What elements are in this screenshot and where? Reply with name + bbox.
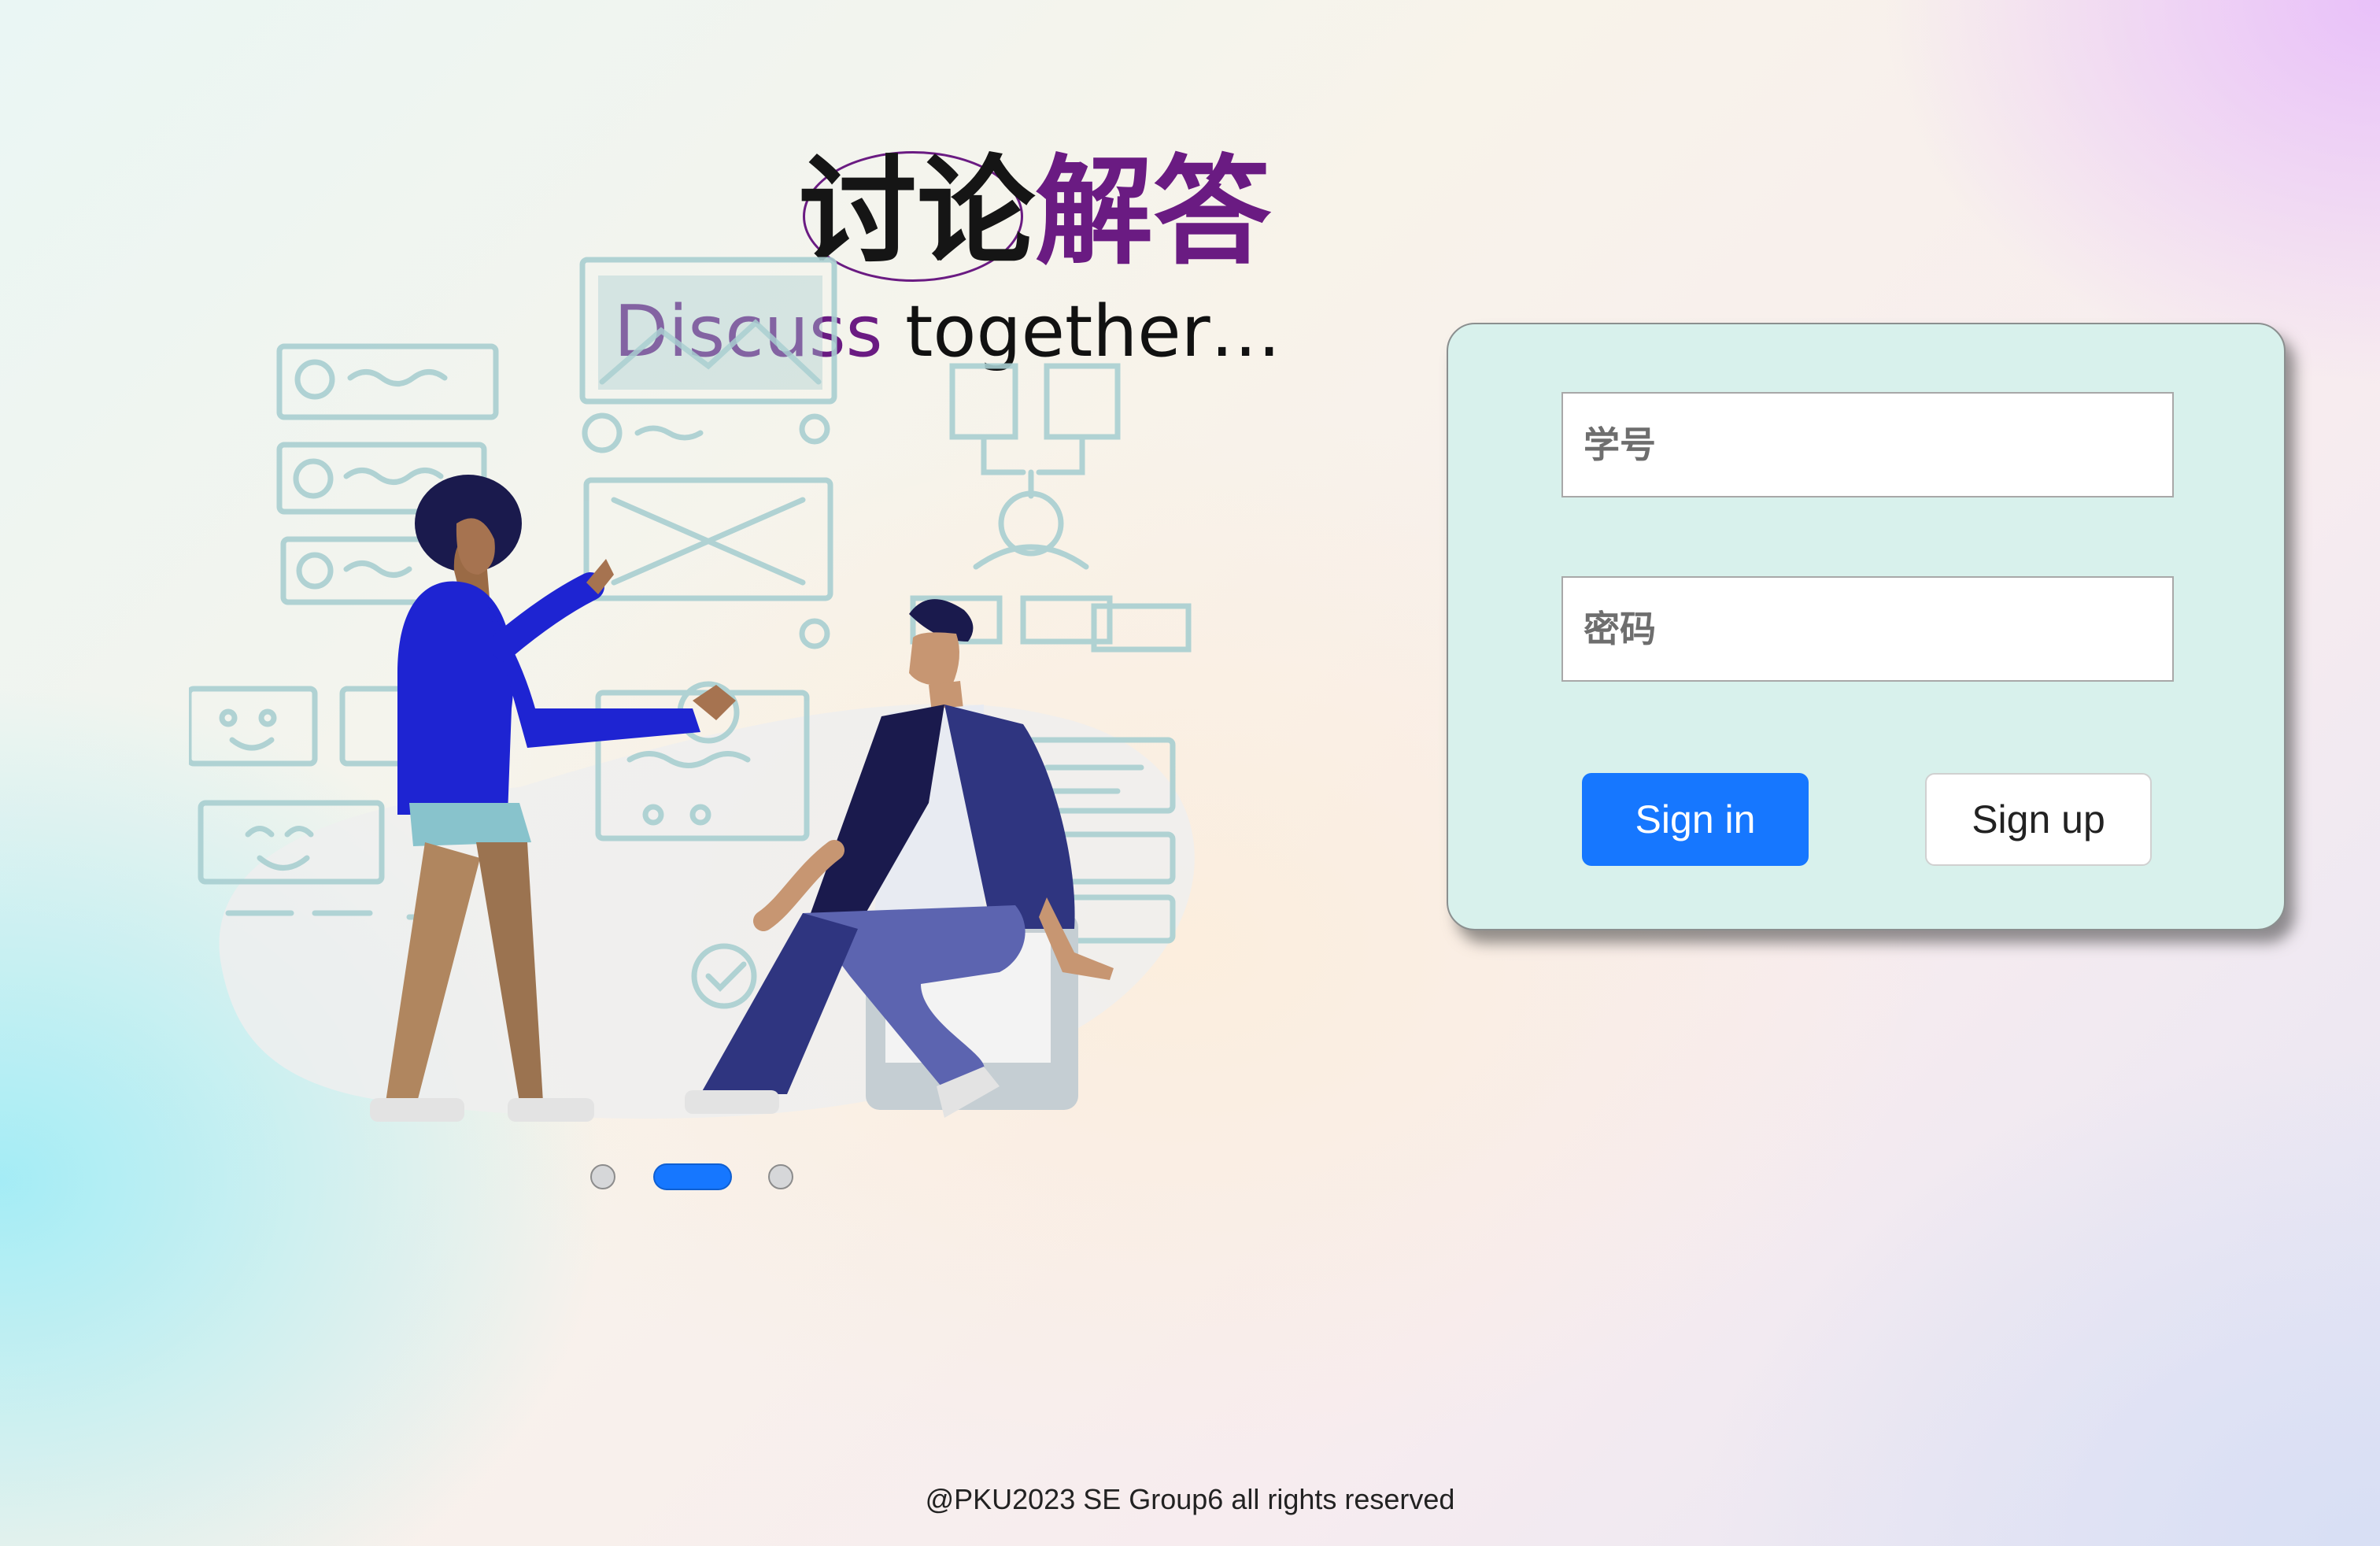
carousel-indicator	[590, 1163, 793, 1190]
sign-up-button[interactable]: Sign up	[1925, 773, 2152, 866]
student-id-input[interactable]	[1561, 392, 2174, 497]
carousel-dot-3[interactable]	[768, 1164, 793, 1189]
carousel-dot-2-active[interactable]	[653, 1163, 732, 1190]
login-panel: Sign in Sign up	[1447, 323, 2286, 930]
footer-copyright: @PKU2023 SE Group6 all rights reserved	[925, 1483, 1455, 1515]
discussion-illustration	[189, 257, 1195, 1122]
sign-in-button[interactable]: Sign in	[1582, 773, 1809, 866]
password-input[interactable]	[1561, 576, 2174, 682]
carousel-dot-1[interactable]	[590, 1164, 615, 1189]
